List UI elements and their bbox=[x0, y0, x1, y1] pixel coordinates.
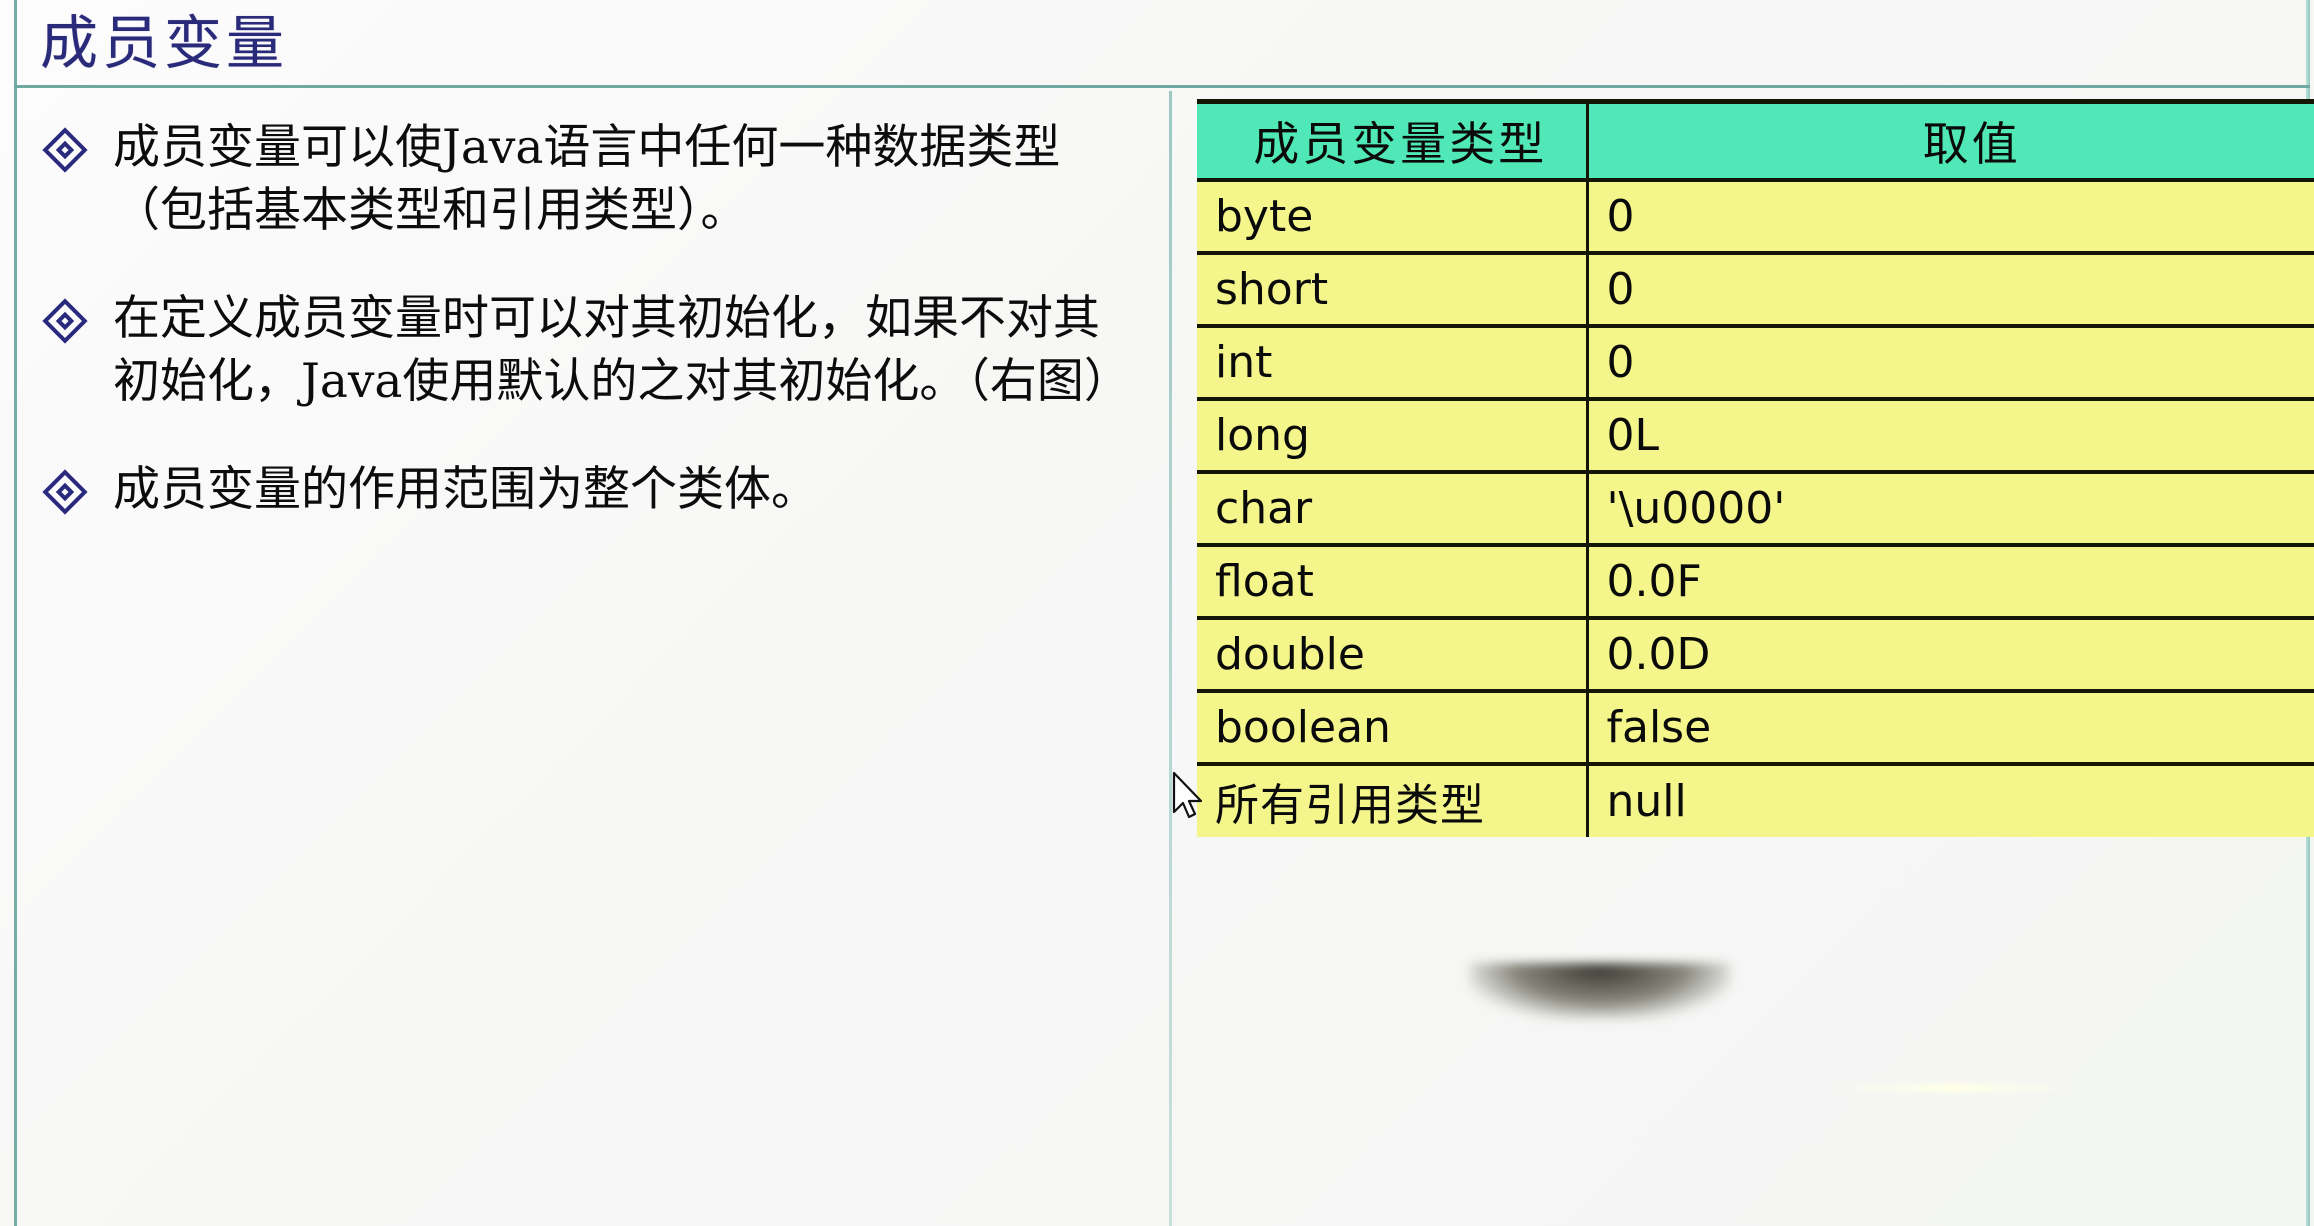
cell-type: long bbox=[1197, 396, 1587, 474]
default-values-table: 成员变量类型 取值 byte 0 short 0 int 0 long 0L c… bbox=[1197, 99, 2314, 837]
table-row: boolean false bbox=[1197, 688, 2314, 766]
cell-value: 0 bbox=[1585, 177, 2314, 255]
list-item: 在定义成员变量时可以对其初始化，如果不对其初始化，Java使用默认的之对其初始化… bbox=[17, 288, 1162, 413]
bullet-list: 成员变量可以使Java语言中任何一种数据类型（包括基本类型和引用类型）。 在定义… bbox=[17, 91, 1162, 1226]
table-header-row: 成员变量类型 取值 bbox=[1197, 99, 2314, 182]
table-row: int 0 bbox=[1197, 323, 2314, 401]
slide-canvas: 成员变量 成员变量可以使Java语言中任何一种数据类型（包括基本类型和引用类型）… bbox=[0, 0, 2314, 1226]
cell-type: float bbox=[1197, 542, 1587, 620]
default-values-table-wrapper: 成员变量类型 取值 byte 0 short 0 int 0 long 0L c… bbox=[1197, 99, 2314, 837]
cell-value: 0L bbox=[1585, 396, 2314, 474]
column-header-type: 成员变量类型 bbox=[1197, 99, 1587, 182]
cell-type: 所有引用类型 bbox=[1197, 761, 1587, 837]
list-item: 成员变量的作用范围为整个类体。 bbox=[17, 459, 1162, 522]
bullet-marker bbox=[17, 288, 113, 344]
table-row: 所有引用类型 null bbox=[1197, 761, 2314, 837]
bullet-text: 成员变量可以使Java语言中任何一种数据类型（包括基本类型和引用类型）。 bbox=[113, 120, 1061, 238]
table-row: char '\u0000' bbox=[1197, 469, 2314, 547]
cell-type: byte bbox=[1197, 177, 1587, 255]
cell-value: false bbox=[1585, 688, 2314, 766]
cell-type: short bbox=[1197, 250, 1587, 328]
table-row: double 0.0D bbox=[1197, 615, 2314, 693]
cell-value: null bbox=[1585, 761, 2314, 837]
table-row: short 0 bbox=[1197, 250, 2314, 328]
column-header-value: 取值 bbox=[1585, 99, 2314, 182]
diamond-bullet-icon bbox=[42, 469, 88, 515]
bullet-text: 在定义成员变量时可以对其初始化，如果不对其初始化，Java使用默认的之对其初始化… bbox=[113, 291, 1131, 409]
cell-type: double bbox=[1197, 615, 1587, 693]
bullet-text: 成员变量的作用范围为整个类体。 bbox=[113, 462, 818, 517]
diamond-bullet-icon bbox=[42, 127, 88, 173]
cell-value: 0 bbox=[1585, 323, 2314, 401]
cell-value: 0 bbox=[1585, 250, 2314, 328]
diamond-bullet-icon bbox=[42, 298, 88, 344]
table-row: byte 0 bbox=[1197, 177, 2314, 255]
table-row: long 0L bbox=[1197, 396, 2314, 474]
cell-value: 0.0F bbox=[1585, 542, 2314, 620]
table-row: float 0.0F bbox=[1197, 542, 2314, 620]
bullet-marker bbox=[17, 459, 113, 515]
cell-type: char bbox=[1197, 469, 1587, 547]
cell-type: boolean bbox=[1197, 688, 1587, 766]
slide-body: 成员变量可以使Java语言中任何一种数据类型（包括基本类型和引用类型）。 在定义… bbox=[17, 91, 2314, 1226]
cell-value: '\u0000' bbox=[1585, 469, 2314, 547]
column-divider bbox=[1169, 91, 1172, 1226]
bullet-marker bbox=[17, 117, 113, 173]
cell-value: 0.0D bbox=[1585, 615, 2314, 693]
slide-title-band: 成员变量 bbox=[14, 0, 2310, 88]
table-body: byte 0 short 0 int 0 long 0L char '\u000… bbox=[1197, 177, 2314, 837]
list-item: 成员变量可以使Java语言中任何一种数据类型（包括基本类型和引用类型）。 bbox=[17, 117, 1162, 242]
cell-type: int bbox=[1197, 323, 1587, 401]
page-title: 成员变量 bbox=[40, 8, 289, 77]
